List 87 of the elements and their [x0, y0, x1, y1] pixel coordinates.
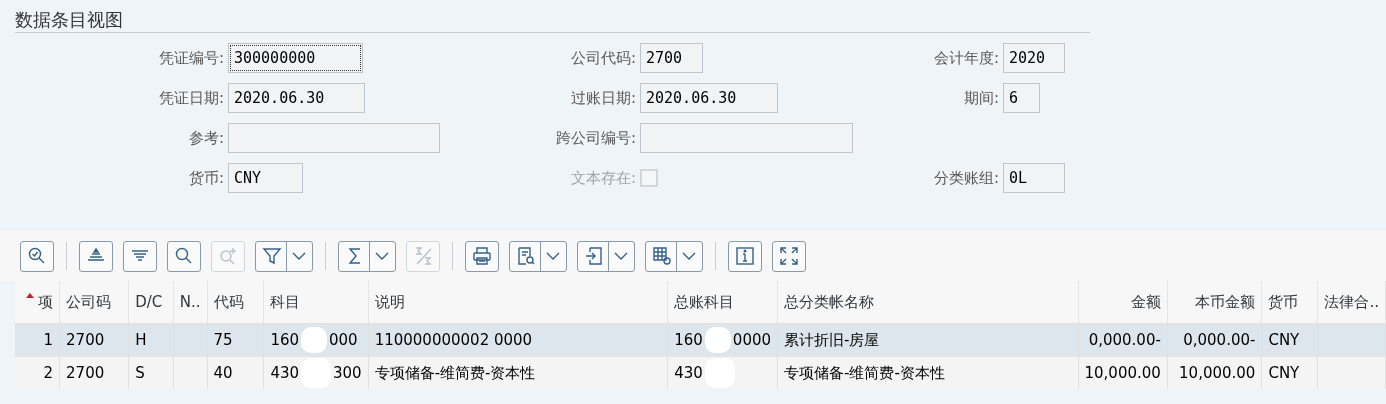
search-button[interactable]: [167, 240, 201, 272]
table-cell: 累计折旧-房屋: [777, 323, 1078, 357]
column-header[interactable]: 货币: [1261, 281, 1318, 324]
table-cell: 10,000.00: [1078, 356, 1168, 389]
caret-icon: [546, 251, 560, 261]
zoom-in-icon: [27, 246, 47, 266]
details-button[interactable]: [20, 240, 54, 272]
input-field[interactable]: 0L: [1003, 163, 1065, 193]
table-cell-text: 160: [674, 331, 703, 349]
table-cell: 10,000.00: [1167, 356, 1262, 389]
input-field[interactable]: CNY: [228, 163, 303, 193]
search-icon: [174, 246, 194, 266]
document-search-icon: [516, 246, 536, 266]
input-field[interactable]: 2700: [640, 43, 703, 73]
table-cell: CNY: [1261, 323, 1318, 357]
fullscreen-button[interactable]: [772, 240, 806, 272]
column-header[interactable]: 金额: [1078, 281, 1168, 324]
table-cell: 1: [15, 323, 60, 357]
sort-descending-button[interactable]: [123, 240, 157, 272]
field-label: 凭证日期:: [157, 88, 225, 108]
table-cell: S: [128, 356, 174, 389]
input-field[interactable]: 2020.06.30: [640, 83, 778, 113]
column-header[interactable]: 法律合..: [1317, 281, 1386, 324]
fullscreen-icon: [779, 246, 799, 266]
info-icon: [735, 246, 755, 266]
field-label: 跨公司编号:: [554, 128, 637, 148]
table-cell: 专项储备-维简费-资本性: [777, 356, 1078, 389]
field-label: 参考:: [187, 128, 225, 148]
column-header[interactable]: 本币金额: [1167, 281, 1262, 324]
info-button[interactable]: [728, 240, 762, 272]
column-header[interactable]: 公司码: [59, 281, 129, 324]
caret-icon: [682, 251, 696, 261]
page-title: 数据条目视图: [15, 8, 123, 32]
table-cell-text: 430: [270, 364, 299, 382]
layout-settings-button[interactable]: [645, 240, 703, 272]
caret-icon: [614, 251, 628, 261]
column-header[interactable]: 代码: [207, 281, 264, 324]
table-cell-text: 430: [674, 364, 703, 382]
caret-icon: [375, 251, 389, 261]
table-cell: 75: [207, 323, 264, 357]
field-label: 公司代码:: [569, 48, 637, 68]
column-header[interactable]: 项: [15, 281, 60, 324]
view-button[interactable]: [509, 240, 567, 272]
table-cell-text: 0000: [732, 331, 772, 349]
sum-button[interactable]: [338, 240, 396, 272]
field-label: 分类账组:: [932, 168, 1000, 188]
column-header[interactable]: 说明: [368, 281, 668, 324]
field-label: 凭证编号:: [157, 48, 225, 68]
export-icon: [584, 246, 604, 266]
column-header[interactable]: 科目: [263, 281, 369, 324]
field-label: 货币:: [187, 168, 225, 188]
table-cell: 110000000002 0000: [368, 323, 668, 357]
caret-icon: [292, 251, 306, 261]
sort-ascending-button[interactable]: [79, 240, 113, 272]
table-cell: 2700: [59, 356, 129, 389]
input-field[interactable]: [228, 123, 440, 153]
subtotal-icon: [413, 246, 433, 266]
input-field[interactable]: 2020: [1003, 43, 1065, 73]
table-cell-text: 000: [329, 331, 358, 349]
table-cell-text: 300: [333, 364, 362, 382]
field-label: 过账日期:: [569, 88, 637, 108]
input-field[interactable]: 300000000: [228, 43, 363, 73]
printer-icon: [472, 246, 492, 266]
filter-button[interactable]: [255, 240, 313, 272]
table-cell: CNY: [1261, 356, 1318, 389]
field-label: 文本存在:: [569, 168, 637, 188]
table-cell: 2: [15, 356, 60, 389]
column-header[interactable]: N..: [173, 281, 208, 324]
export-button[interactable]: [577, 240, 635, 272]
field-label: 会计年度:: [932, 48, 1000, 68]
column-header[interactable]: D/C: [128, 281, 174, 324]
input-field[interactable]: [640, 123, 853, 153]
search-plus-icon: [218, 246, 238, 266]
print-button[interactable]: [465, 240, 499, 272]
table-cell-text: 160: [270, 331, 299, 349]
table-cell: 0,000.00-: [1167, 323, 1262, 357]
filter-icon: [262, 246, 282, 266]
column-header[interactable]: 总账科目: [667, 281, 778, 324]
table-cell: 40: [207, 356, 264, 389]
table-cell: 2700: [59, 323, 129, 357]
field-label: 期间:: [962, 88, 1000, 108]
table-cell: 0,000.00-: [1078, 323, 1168, 357]
input-field[interactable]: 6: [1003, 83, 1040, 113]
input-field[interactable]: 2020.06.30: [228, 83, 365, 113]
table-cell: 专项储备-维简费-资本性: [368, 356, 668, 389]
grid-gear-icon: [652, 246, 672, 266]
column-header[interactable]: 总分类帐名称: [777, 281, 1078, 324]
